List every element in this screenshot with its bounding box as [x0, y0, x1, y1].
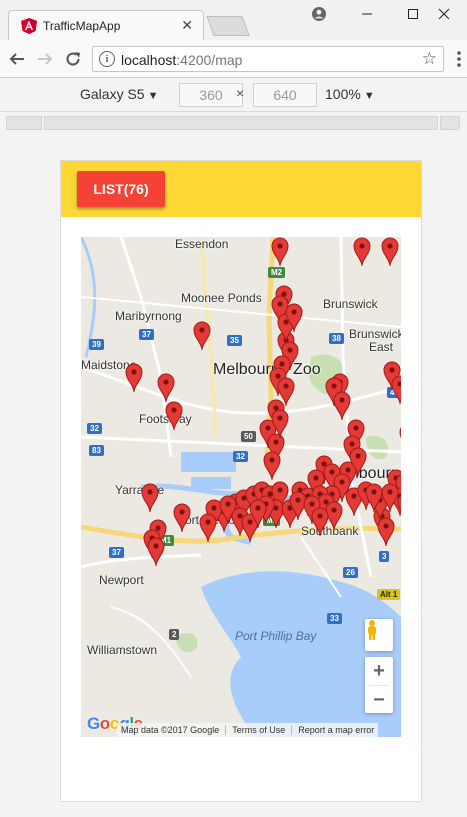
- traffic-marker-icon[interactable]: [157, 373, 175, 403]
- browser-titlebar: TrafficMapApp ✕: [0, 0, 467, 40]
- route-shield: 35: [227, 335, 242, 346]
- traffic-marker-icon[interactable]: [271, 237, 289, 267]
- traffic-marker-icon[interactable]: [271, 409, 289, 439]
- route-shield: 2: [169, 629, 180, 640]
- minimize-icon[interactable]: [344, 0, 390, 28]
- dimension-separator: ×: [236, 85, 245, 101]
- back-arrow-icon[interactable]: [6, 48, 28, 70]
- traffic-marker-icon[interactable]: [349, 447, 367, 477]
- traffic-marker-icon[interactable]: [399, 423, 401, 453]
- new-tab-button[interactable]: [206, 16, 250, 36]
- map-label: Brunswick: [323, 297, 378, 311]
- map-label: Brunswick: [349, 327, 401, 341]
- traffic-marker-icon[interactable]: [219, 495, 237, 525]
- report-map-error-link[interactable]: Report a map error: [291, 725, 374, 735]
- menu-kebab-icon[interactable]: [448, 48, 467, 70]
- traffic-marker-icon[interactable]: [377, 517, 395, 547]
- account-icon[interactable]: [296, 0, 342, 28]
- caret-down-icon: ▼: [363, 90, 375, 102]
- tab-title: TrafficMapApp: [43, 19, 121, 33]
- google-map[interactable]: Essendon Moonee Ponds Brunswick Maribyrn…: [81, 237, 401, 737]
- street-view-pegman-icon[interactable]: [365, 619, 393, 651]
- map-label: Newport: [99, 573, 144, 587]
- traffic-marker-icon[interactable]: [193, 321, 211, 351]
- traffic-marker-icon[interactable]: [199, 513, 217, 543]
- list-button[interactable]: LIST(76): [77, 171, 165, 207]
- browser-tab[interactable]: TrafficMapApp ✕: [8, 10, 204, 40]
- app-header: LIST(76): [61, 161, 421, 217]
- info-icon[interactable]: i: [99, 51, 115, 67]
- zoom-in-button[interactable]: +: [365, 657, 393, 685]
- traffic-marker-icon[interactable]: [249, 499, 267, 529]
- route-shield: 38: [329, 333, 344, 344]
- traffic-marker-icon[interactable]: [125, 363, 143, 393]
- map-label: Maribyrnong: [115, 309, 182, 323]
- media-query-ruler: [0, 112, 467, 134]
- url-host: localhost: [121, 52, 177, 68]
- route-shield: 26: [343, 567, 358, 578]
- traffic-marker-icon[interactable]: [147, 537, 165, 567]
- browser-toolbar: i localhost:4200/map ☆: [0, 40, 467, 78]
- map-label: Williamstown: [87, 643, 158, 657]
- traffic-marker-icon[interactable]: [381, 483, 399, 513]
- map-zoom-control: + −: [365, 657, 393, 713]
- traffic-marker-icon[interactable]: [311, 507, 329, 537]
- bookmark-star-icon[interactable]: ☆: [422, 49, 437, 69]
- map-label: East: [369, 340, 394, 354]
- zoom-value: 100%: [325, 86, 361, 102]
- traffic-marker-icon[interactable]: [333, 391, 351, 421]
- route-shield: 32: [233, 451, 248, 462]
- map-attribution: Map data ©2017 Google Terms of Use Repor…: [117, 723, 379, 737]
- device-viewport: LIST(76) Essendon Moonee Ponds Brunswick…: [60, 160, 422, 802]
- address-bar[interactable]: i localhost:4200/map ☆: [92, 46, 444, 72]
- map-label: Melbourne Zoo: [213, 361, 321, 378]
- map-label: Port Phillip Bay: [235, 629, 317, 643]
- angular-logo-icon: [21, 18, 37, 34]
- url-path: :4200/map: [176, 52, 243, 68]
- url-text: localhost:4200/map: [121, 52, 242, 68]
- traffic-marker-icon[interactable]: [285, 303, 303, 333]
- traffic-marker-icon[interactable]: [381, 237, 399, 267]
- caret-down-icon: ▼: [147, 90, 159, 102]
- device-width-input[interactable]: 360: [179, 83, 243, 107]
- route-shield: 39: [89, 339, 104, 350]
- traffic-marker-icon[interactable]: [391, 375, 401, 405]
- device-name: Galaxy S5: [80, 86, 145, 102]
- traffic-marker-icon[interactable]: [165, 401, 183, 431]
- map-data-credit: Map data ©2017 Google: [121, 725, 220, 735]
- route-shield: 32: [87, 423, 102, 434]
- traffic-marker-icon[interactable]: [173, 503, 191, 533]
- close-icon[interactable]: [421, 0, 467, 28]
- route-shield: 3: [379, 551, 390, 562]
- map-label: Essendon: [175, 237, 229, 251]
- route-shield: 50: [241, 431, 256, 442]
- route-shield: 83: [89, 445, 104, 456]
- device-height-input[interactable]: 640: [253, 83, 317, 107]
- route-shield: Alt 1: [377, 589, 401, 600]
- device-toolbar: Galaxy S5 ▼ 360 × 640 100% ▼: [0, 78, 467, 112]
- terms-of-use-link[interactable]: Terms of Use: [225, 725, 285, 735]
- traffic-marker-icon[interactable]: [141, 483, 159, 513]
- ruler-segment[interactable]: [440, 116, 460, 130]
- traffic-marker-icon[interactable]: [353, 237, 371, 267]
- ruler-segment[interactable]: [44, 116, 438, 130]
- traffic-marker-icon[interactable]: [263, 451, 281, 481]
- route-shield: M2: [268, 267, 286, 278]
- zoom-out-button[interactable]: −: [365, 686, 393, 714]
- route-shield: 37: [139, 329, 154, 340]
- route-shield: 33: [327, 613, 342, 624]
- tab-close-icon[interactable]: ✕: [181, 17, 193, 34]
- zoom-select[interactable]: 100% ▼: [325, 86, 375, 102]
- reload-icon[interactable]: [62, 48, 84, 70]
- ruler-segment[interactable]: [6, 116, 42, 130]
- route-shield: 37: [109, 547, 124, 558]
- map-label: Moonee Ponds: [181, 291, 262, 305]
- device-select[interactable]: Galaxy S5 ▼: [80, 86, 158, 102]
- forward-arrow-icon[interactable]: [34, 48, 56, 70]
